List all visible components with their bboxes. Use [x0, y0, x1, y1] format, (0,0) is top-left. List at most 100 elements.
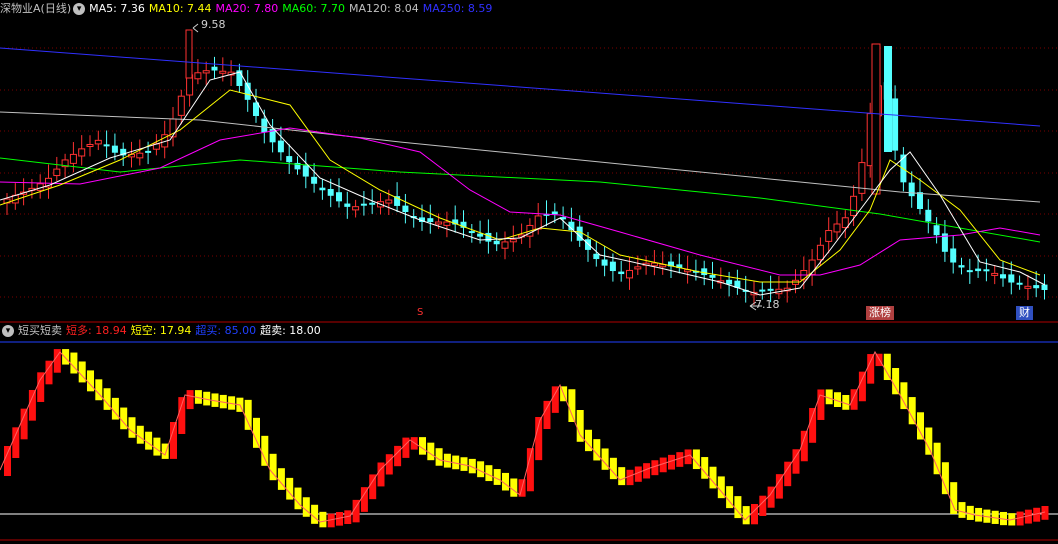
candle-body: [468, 231, 475, 234]
indicator-bar: [186, 390, 194, 410]
indicator-bar: [510, 478, 518, 497]
main-legend: 深物业A(日线) ▾ MA5: 7.36 MA10: 7.44 MA20: 7.…: [0, 0, 496, 18]
candle-body: [78, 148, 86, 157]
indicator-bar: [883, 353, 891, 381]
stock-chart[interactable]: [0, 0, 1058, 544]
zhangbang-mark[interactable]: 涨榜: [866, 306, 894, 320]
ma5-label: MA5: 7.36: [89, 2, 145, 15]
indicator-bar: [817, 389, 825, 420]
candle-body: [145, 150, 152, 153]
ma20-label: MA20: 7.80: [215, 2, 279, 15]
indicator-bar: [809, 407, 817, 443]
indicator-bar: [941, 462, 949, 495]
indicator-bar: [751, 504, 758, 525]
indicator-name: 短买短卖: [18, 324, 62, 337]
indicator-bar: [78, 361, 86, 383]
settings-toggle-icon[interactable]: ▾: [73, 3, 86, 15]
candle-body: [385, 199, 393, 204]
indicator-bar: [759, 495, 767, 516]
candle-body: [825, 230, 833, 242]
candle-body: [983, 269, 990, 272]
indicator-bar: [950, 482, 958, 515]
indicator-legend: ▾ 短买短卖 短多: 18.94 短空: 17.94 超买: 85.00 超卖:…: [0, 322, 325, 340]
candle-body: [443, 221, 451, 226]
candle-body: [111, 145, 118, 153]
candle-body: [917, 192, 923, 209]
candle-body: [319, 187, 326, 191]
candle-body: [601, 259, 608, 266]
candle-body: [509, 239, 517, 243]
candle-body: [833, 223, 841, 233]
ma60-line: [0, 157, 1041, 243]
indicator-bar: [892, 368, 900, 395]
candle-body: [136, 152, 144, 159]
candle-body: [618, 271, 625, 275]
candle-body: [177, 95, 185, 116]
candle-body: [709, 275, 716, 278]
short-short-label: 短空: 17.94: [130, 324, 192, 337]
candle-body: [185, 29, 193, 79]
indicator-bar: [178, 397, 186, 434]
candle-body: [884, 46, 892, 152]
signal-s-mark[interactable]: S: [414, 306, 426, 320]
candle-body: [1016, 282, 1023, 285]
short-long-label: 短多: 18.94: [66, 324, 127, 337]
indicator-bar: [70, 352, 78, 374]
candle-body: [327, 188, 334, 196]
candle-body: [277, 140, 284, 153]
indicator-bar: [543, 400, 551, 429]
candle-body: [650, 262, 658, 267]
indicator-bar: [62, 349, 70, 365]
indicator-bar: [244, 399, 252, 430]
candle-body: [593, 253, 600, 260]
indicator-bar: [917, 412, 924, 440]
candle-body: [94, 139, 102, 145]
indicator-bar: [136, 425, 144, 444]
candle-body: [659, 264, 667, 268]
overbought-label: 超买: 85.00: [195, 324, 257, 337]
candle-body: [908, 182, 915, 197]
candle-body: [286, 156, 293, 163]
candle-body: [360, 203, 367, 206]
candle-body: [966, 270, 973, 273]
candle-body: [551, 211, 558, 215]
indicator-bar: [867, 354, 875, 384]
candle-body: [767, 288, 774, 291]
candle-body: [103, 144, 110, 147]
finance-mark[interactable]: 财: [1016, 306, 1033, 320]
candle-body: [1000, 274, 1006, 279]
candle-body: [211, 66, 218, 71]
indicator-bar: [618, 467, 626, 486]
indicator-bar: [435, 448, 443, 466]
indicator-bar: [153, 437, 161, 456]
candle-body: [925, 209, 932, 222]
candle-body: [53, 168, 61, 177]
indicator-bar: [385, 454, 393, 475]
indicator-bar: [170, 422, 177, 459]
indicator-bar: [311, 504, 319, 524]
candle-body: [477, 233, 484, 237]
candle-body: [69, 153, 77, 164]
indicator-bar: [908, 397, 916, 425]
indicator-bar: [576, 410, 584, 442]
candle-body: [850, 195, 858, 216]
indicator-bar: [145, 431, 153, 450]
ma60-label: MA60: 7.70: [282, 2, 345, 15]
indicator-bar: [427, 442, 435, 461]
candle-body: [202, 70, 210, 74]
indicator-bar: [900, 382, 908, 410]
candle-body: [871, 43, 881, 195]
indicator-bar: [87, 370, 94, 392]
indicator-toggle-icon[interactable]: ▾: [2, 325, 14, 337]
indicator-bar: [28, 389, 36, 421]
indicator-bar: [551, 386, 559, 413]
candle-body: [958, 265, 965, 268]
candle-body: [336, 192, 342, 202]
candle-body: [701, 268, 708, 276]
indicator-bar: [485, 465, 493, 482]
candle-body: [501, 241, 509, 249]
indicator-bar: [319, 511, 327, 528]
indicator-bar: [4, 446, 11, 476]
ma120-label: MA120: 8.04: [348, 2, 419, 15]
low-price-label: 7.18: [755, 298, 780, 311]
